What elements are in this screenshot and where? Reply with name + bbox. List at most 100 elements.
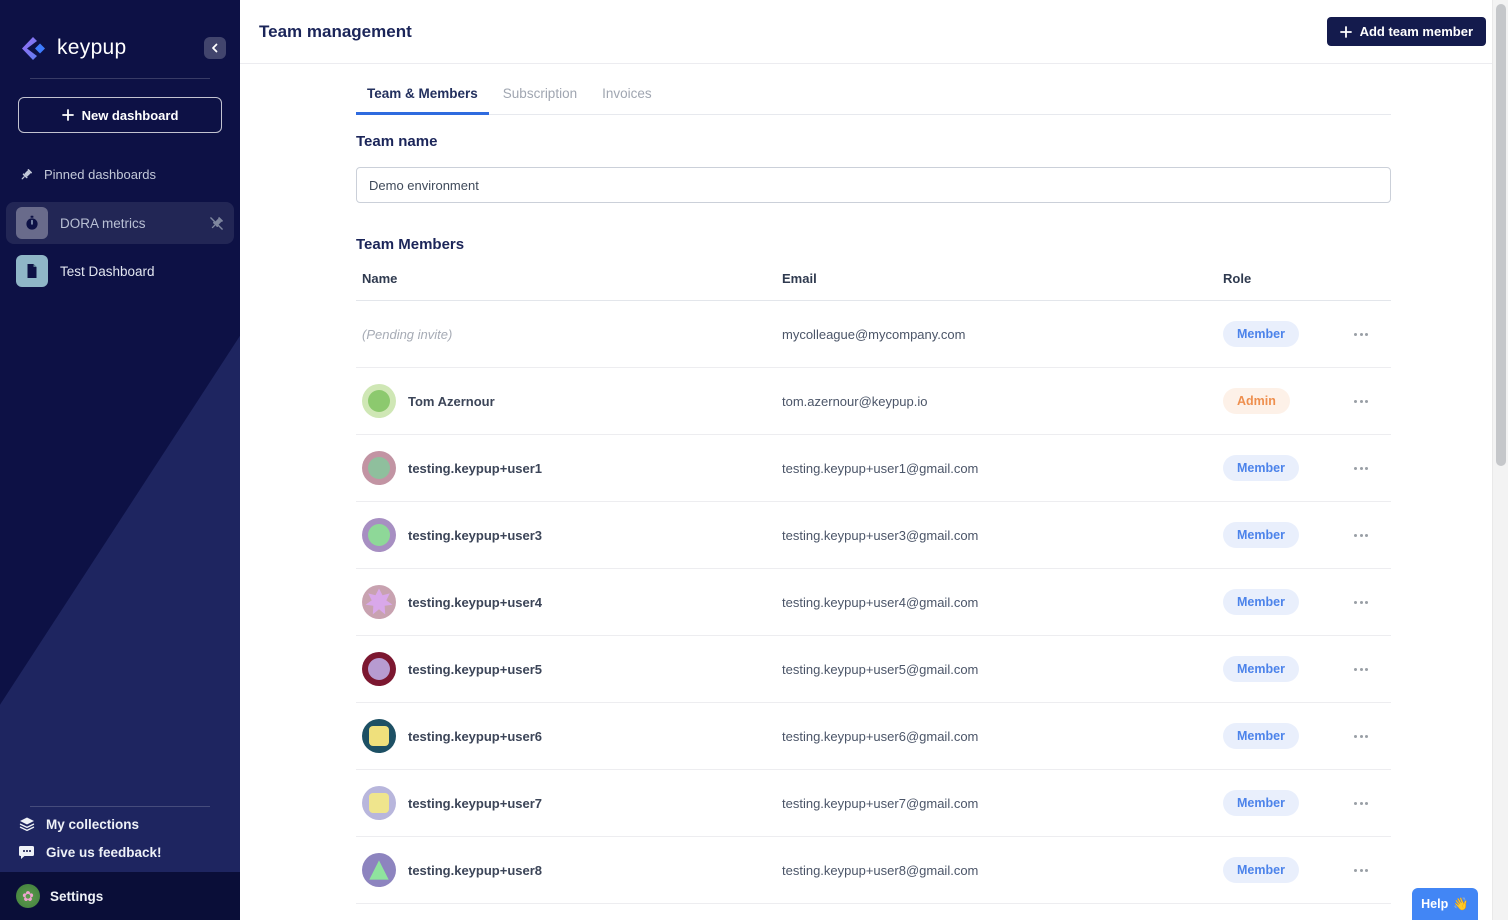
plus-icon (61, 109, 74, 121)
member-name: testing.keypup+user7 (408, 795, 543, 811)
avatar-face (368, 658, 390, 680)
wave-icon: 👋 (1453, 896, 1469, 911)
member-email: testing.keypup+user7@gmail.com (782, 795, 979, 811)
row-menu-button[interactable] (1352, 595, 1370, 610)
chat-icon (19, 846, 34, 859)
give-feedback-link[interactable]: Give us feedback! (19, 840, 162, 864)
member-name: testing.keypup+user1 (408, 460, 543, 476)
member-avatar (362, 786, 396, 820)
member-email: testing.keypup+user8@gmail.com (782, 862, 979, 878)
row-menu-button[interactable] (1352, 662, 1370, 677)
layers-icon (19, 817, 35, 832)
pinned-dashboards-header: Pinned dashboards (19, 167, 156, 182)
role-badge: Member (1223, 455, 1299, 481)
sidebar-divider-bottom (30, 806, 210, 807)
member-email: testing.keypup+user5@gmail.com (782, 661, 979, 677)
user-avatar: ✿ (16, 884, 40, 908)
members-table-header: Name Email Role (356, 257, 1391, 301)
add-team-member-button[interactable]: Add team member (1326, 17, 1486, 46)
member-name: testing.keypup+user4 (408, 594, 543, 610)
app-logo-text: keypup (57, 36, 127, 59)
member-name: testing.keypup+user8 (408, 862, 543, 878)
sidebar-collapse-button[interactable] (204, 37, 226, 59)
page-header: Team management Add team member (240, 0, 1492, 64)
name-cell: testing.keypup+user4 (356, 585, 776, 619)
avatar-face (368, 524, 390, 546)
row-menu-button[interactable] (1352, 461, 1370, 476)
role-cell: Member (1217, 589, 1351, 615)
row-menu-button[interactable] (1352, 796, 1370, 811)
row-menu-button[interactable] (1352, 394, 1370, 409)
member-avatar (362, 451, 396, 485)
row-menu-button[interactable] (1352, 327, 1370, 342)
name-cell: testing.keypup+user7 (356, 786, 776, 820)
row-menu-button[interactable] (1352, 528, 1370, 543)
member-name: testing.keypup+user3 (408, 527, 543, 543)
sidebar: keypup New dashboard Pinned dashboards D… (0, 0, 240, 920)
role-cell: Member (1217, 321, 1351, 347)
role-cell: Member (1217, 857, 1351, 883)
content: Team name Team Members Name Email Role (… (356, 133, 1391, 920)
sidebar-divider-top (30, 78, 210, 79)
tab-team-and-members[interactable]: Team & Members (356, 80, 489, 115)
scrollbar-thumb[interactable] (1496, 4, 1506, 466)
sidebar-item-dora-metrics[interactable]: DORA metrics (6, 202, 234, 244)
keypup-logo-icon (16, 36, 47, 61)
member-email: tom.azernour@keypup.io (782, 393, 928, 409)
avatar-face (368, 390, 390, 412)
role-cell: Member (1217, 656, 1351, 682)
name-cell: testing.keypup+user5 (356, 652, 776, 686)
role-badge: Member (1223, 857, 1299, 883)
team-members-heading: Team Members (356, 236, 465, 253)
member-avatar (362, 585, 396, 619)
name-cell: (Pending invite) (356, 327, 776, 342)
team-name-input[interactable] (356, 167, 1391, 203)
sidebar-diagonal-decoration (0, 335, 240, 920)
member-name: (Pending invite) (362, 326, 453, 342)
sidebar-item-test-dashboard[interactable]: Test Dashboard (6, 250, 234, 292)
tab-invoices[interactable]: Invoices (591, 80, 663, 115)
name-cell: testing.keypup+user6 (356, 719, 776, 753)
column-header-email: Email (782, 271, 817, 286)
row-menu-button[interactable] (1352, 863, 1370, 878)
page-title: Team management (259, 21, 412, 41)
table-row: Member (356, 904, 1391, 920)
role-cell: Member (1217, 790, 1351, 816)
member-avatar (362, 384, 396, 418)
settings-button[interactable]: ✿ Settings (0, 872, 240, 920)
table-row: testing.keypup+user7 testing.keypup+user… (356, 770, 1391, 837)
stopwatch-icon (16, 207, 48, 239)
role-badge: Admin (1223, 388, 1290, 414)
avatar-face (369, 726, 389, 746)
table-row: testing.keypup+user5 testing.keypup+user… (356, 636, 1391, 703)
name-cell: testing.keypup+user1 (356, 451, 776, 485)
name-cell: Tom Azernour (356, 384, 776, 418)
member-name: Tom Azernour (408, 393, 495, 409)
role-cell: Member (1217, 723, 1351, 749)
avatar-face (369, 793, 389, 813)
unpin-icon[interactable] (209, 216, 224, 231)
role-badge: Member (1223, 321, 1299, 347)
member-avatar (362, 853, 396, 887)
pin-icon (21, 168, 33, 179)
role-badge: Member (1223, 589, 1299, 615)
main-area: Team management Add team member Team & M… (240, 0, 1492, 920)
table-row: testing.keypup+user4 testing.keypup+user… (356, 569, 1391, 636)
new-dashboard-button[interactable]: New dashboard (18, 97, 222, 133)
role-badge: Member (1223, 656, 1299, 682)
member-email: testing.keypup+user6@gmail.com (782, 728, 979, 744)
member-email: testing.keypup+user4@gmail.com (782, 594, 979, 610)
table-row: testing.keypup+user8 testing.keypup+user… (356, 837, 1391, 904)
help-button[interactable]: Help 👋 (1412, 888, 1478, 920)
member-name: testing.keypup+user6 (408, 728, 543, 744)
avatar-face (368, 457, 390, 479)
member-email: mycolleague@mycompany.com (782, 326, 966, 342)
tab-subscription[interactable]: Subscription (492, 80, 588, 115)
sidebar-item-label: DORA metrics (60, 215, 146, 231)
member-avatar (362, 719, 396, 753)
row-menu-button[interactable] (1352, 729, 1370, 744)
logo-row: keypup (16, 30, 226, 66)
members-table-rows: (Pending invite) mycolleague@mycompany.c… (356, 301, 1391, 920)
my-collections-link[interactable]: My collections (19, 812, 139, 836)
member-avatar (362, 652, 396, 686)
